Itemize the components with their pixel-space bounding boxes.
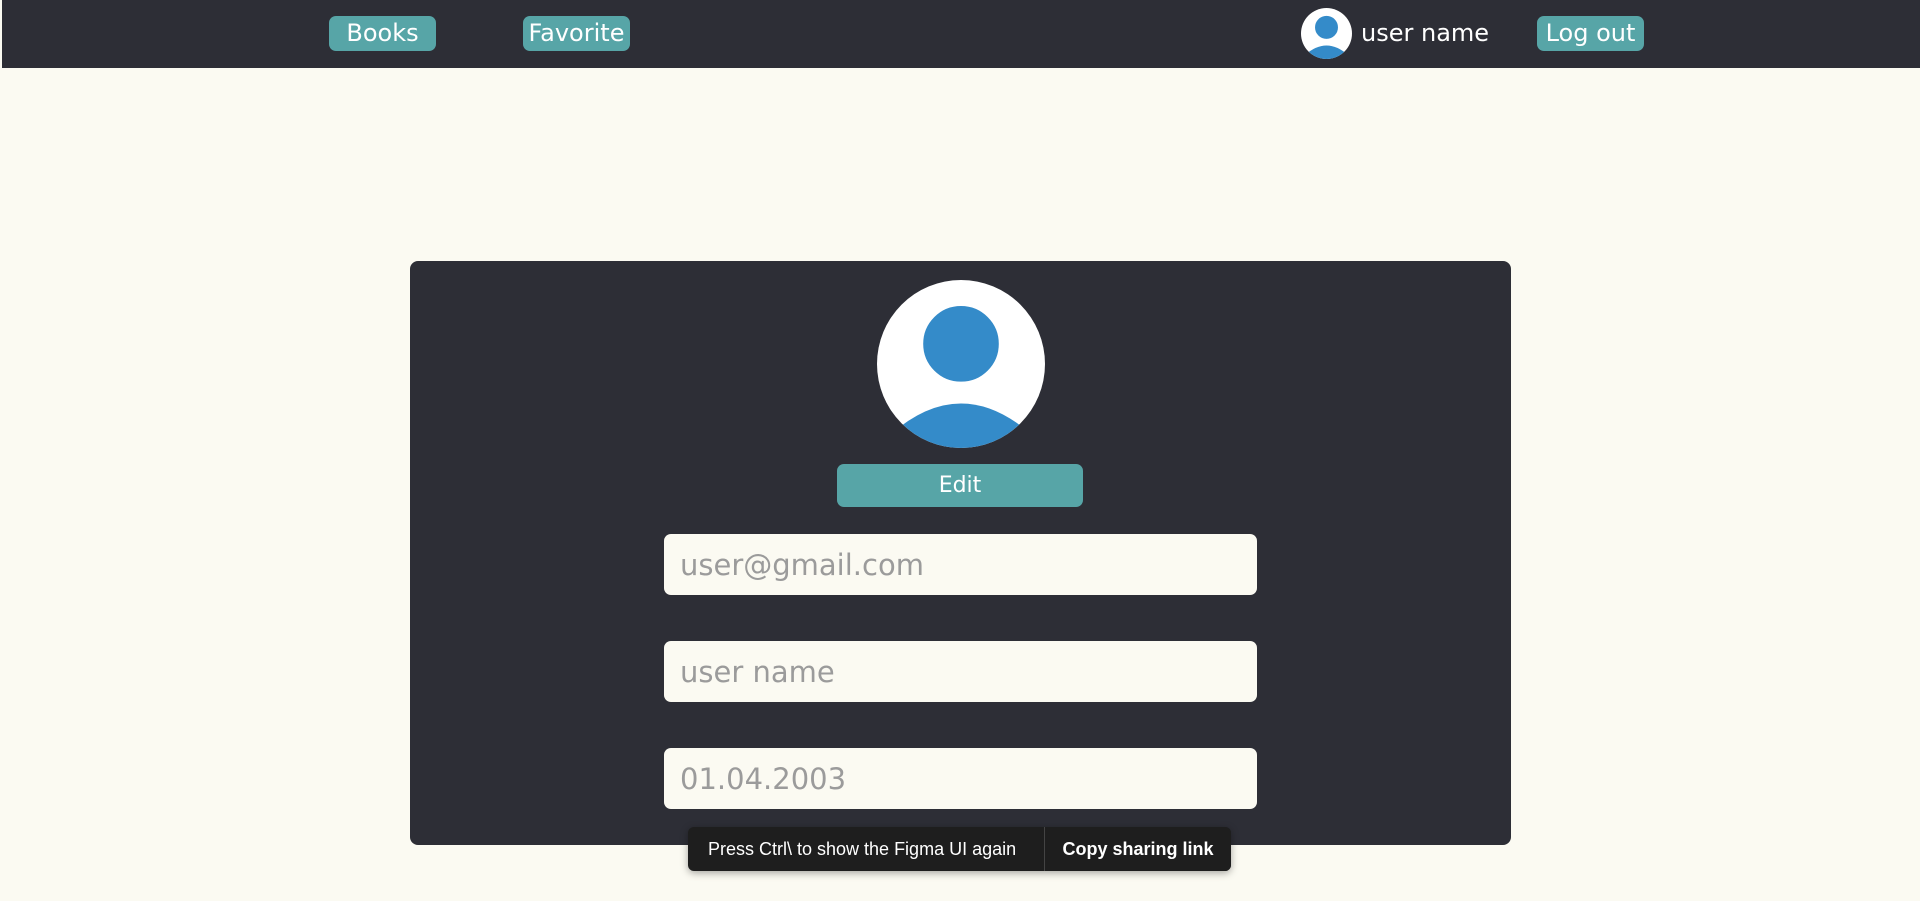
header-user-name[interactable]: user name — [1361, 16, 1489, 51]
email-field[interactable] — [664, 534, 1257, 595]
profile-avatar-icon-graphic — [890, 297, 1032, 448]
figma-toast-message: Press Ctrl\ to show the Figma UI again — [708, 838, 1017, 859]
books-nav-button[interactable]: Books — [329, 16, 436, 51]
logout-button[interactable]: Log out — [1537, 16, 1644, 51]
edit-profile-button[interactable]: Edit — [837, 464, 1083, 507]
figma-toast: Press Ctrl\ to show the Figma UI again C… — [688, 827, 1231, 871]
user-avatar-icon-graphic — [1305, 13, 1348, 59]
user-avatar-icon[interactable] — [1301, 8, 1352, 59]
copy-sharing-link-button[interactable]: Copy sharing link — [1045, 827, 1231, 871]
favorite-nav-button[interactable]: Favorite — [523, 16, 630, 51]
profile-avatar-icon — [877, 280, 1045, 448]
username-field[interactable] — [664, 641, 1257, 702]
birthdate-field[interactable] — [664, 748, 1257, 809]
